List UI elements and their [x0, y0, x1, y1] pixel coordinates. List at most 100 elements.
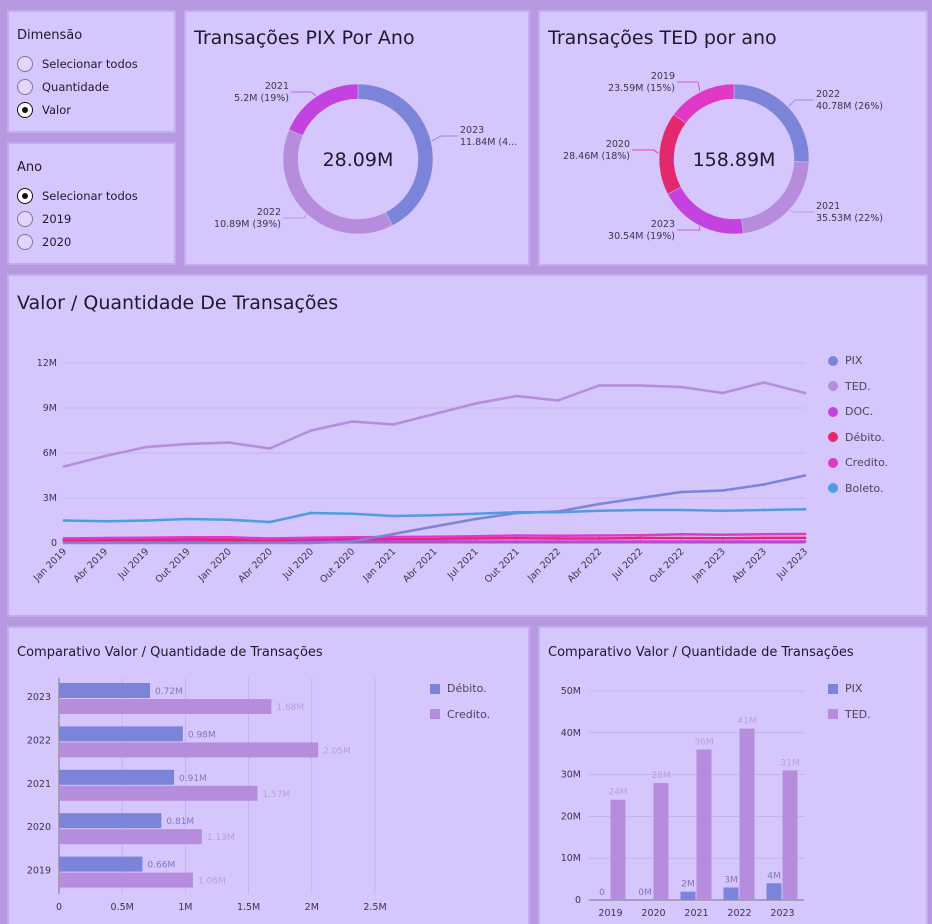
line-point: [474, 517, 478, 521]
dimensao-option-0[interactable]: Selecionar todos: [17, 54, 138, 74]
dimensao-filter-panel: Dimensão Selecionar todos Quantidade Valor: [7, 10, 176, 133]
legend-swatch: [828, 432, 838, 443]
donut-slice-2021[interactable]: [741, 161, 810, 234]
line-point: [103, 454, 107, 458]
vbar-bar[interactable]: [782, 770, 798, 900]
legend-item[interactable]: Débito.: [430, 676, 490, 702]
hbar-category-label: 2021: [27, 779, 51, 790]
donut-slice-2019[interactable]: [673, 83, 735, 124]
legend-item[interactable]: Boleto.: [828, 476, 888, 502]
line-point: [227, 518, 231, 522]
line-point: [597, 384, 601, 387]
legend-item[interactable]: TED.: [828, 702, 871, 728]
donut-slice-2023[interactable]: [667, 186, 744, 235]
hbar-bar[interactable]: [59, 726, 183, 742]
line-x-tick-label: Out 2019: [153, 546, 192, 585]
line-point: [597, 509, 601, 513]
hbar-bar[interactable]: [59, 683, 151, 698]
line-point: [803, 507, 807, 511]
line-point: [680, 490, 683, 494]
line-point: [638, 540, 642, 543]
donut-slice-2020[interactable]: [658, 113, 687, 195]
legend-item[interactable]: Credito.: [430, 702, 490, 728]
hbar-data-label: 2.05M: [323, 746, 351, 756]
line-point: [227, 441, 231, 444]
hbar-bar[interactable]: [59, 856, 143, 872]
donut-label-year: 2020: [606, 139, 630, 150]
vbar-bar[interactable]: [653, 782, 669, 900]
hbar-bar[interactable]: [59, 742, 319, 758]
line-point: [597, 534, 601, 537]
line-point: [597, 540, 601, 543]
legend-label: TED.: [845, 707, 871, 721]
vbar-bar[interactable]: [739, 728, 755, 900]
radio-button-icon[interactable]: [17, 211, 33, 227]
line-x-tick-label: Abr 2023: [730, 546, 769, 585]
vbar-bar[interactable]: [766, 883, 782, 900]
line-point: [186, 535, 189, 539]
legend-item[interactable]: PIX: [828, 348, 888, 374]
line-point: [103, 536, 107, 540]
hbar-x-tick-label: 0: [56, 902, 62, 913]
hbar-bar[interactable]: [59, 813, 162, 829]
legend-item[interactable]: PIX: [828, 676, 871, 702]
line-series-ted[interactable]: [63, 381, 806, 468]
line-point: [597, 537, 601, 540]
line-point: [680, 508, 683, 512]
dimensao-option-2[interactable]: Valor: [17, 100, 71, 120]
vbar-data-label: 4M: [767, 871, 781, 881]
line-point: [680, 385, 683, 389]
radio-button-icon[interactable]: [17, 56, 33, 72]
vbar-bar[interactable]: [680, 891, 696, 900]
line-point: [144, 519, 148, 522]
hbar-bar[interactable]: [59, 785, 258, 801]
line-x-tick-label: Jul 2019: [116, 546, 152, 582]
line-x-tick-label: Out 2022: [647, 546, 686, 585]
donut-label-value: 5.2M (19%): [234, 93, 289, 104]
legend-swatch: [828, 483, 838, 494]
legend-item[interactable]: Credito.: [828, 450, 888, 476]
line-x-tick-label: Jan 2021: [360, 546, 398, 584]
radio-button-icon[interactable]: [17, 188, 33, 204]
radio-button-icon[interactable]: [17, 102, 33, 118]
line-x-tick-label: Jan 2019: [31, 546, 69, 584]
hbar-bar[interactable]: [59, 699, 272, 714]
line-point: [391, 423, 395, 426]
line-point: [515, 540, 519, 543]
vbar-bar[interactable]: [723, 887, 739, 900]
legend-swatch: [430, 709, 440, 720]
line-point: [268, 447, 272, 450]
vbar-data-label: 24M: [608, 788, 627, 798]
vbar-bar[interactable]: [610, 799, 626, 900]
radio-button-icon[interactable]: [17, 79, 33, 95]
line-point: [186, 541, 189, 545]
ano-filter-panel: Ano Selecionar todos 2019 2020: [7, 142, 176, 265]
donut-center-total: 158.89M: [693, 149, 776, 171]
legend-item[interactable]: TED.: [828, 374, 888, 400]
line-point: [433, 539, 436, 543]
ano-option-0[interactable]: Selecionar todos: [17, 186, 138, 206]
line-point: [474, 402, 478, 405]
line-point: [721, 533, 725, 537]
hbar-panel: Comparativo Valor / Quantidade de Transa…: [7, 626, 530, 924]
hbar-bar[interactable]: [59, 872, 193, 888]
hbar-bar[interactable]: [59, 829, 202, 845]
ano-option-1[interactable]: 2019: [17, 209, 71, 229]
line-point: [474, 540, 478, 543]
legend-item[interactable]: Débito.: [828, 425, 888, 451]
line-point: [556, 534, 560, 538]
line-point: [680, 540, 683, 543]
ano-option-2[interactable]: 2020: [17, 232, 71, 252]
radio-button-icon[interactable]: [17, 234, 33, 250]
line-point: [62, 465, 66, 468]
hbar-bar[interactable]: [59, 769, 175, 785]
hbar-data-label: 0.81M: [166, 817, 194, 827]
line-point: [391, 539, 395, 543]
line-point: [474, 512, 478, 516]
line-point: [762, 381, 766, 384]
dimensao-option-1[interactable]: Quantidade: [17, 77, 109, 97]
line-point: [515, 510, 519, 514]
vbar-bar[interactable]: [696, 749, 712, 900]
legend-item[interactable]: DOC.: [828, 399, 888, 425]
line-point: [638, 384, 642, 387]
